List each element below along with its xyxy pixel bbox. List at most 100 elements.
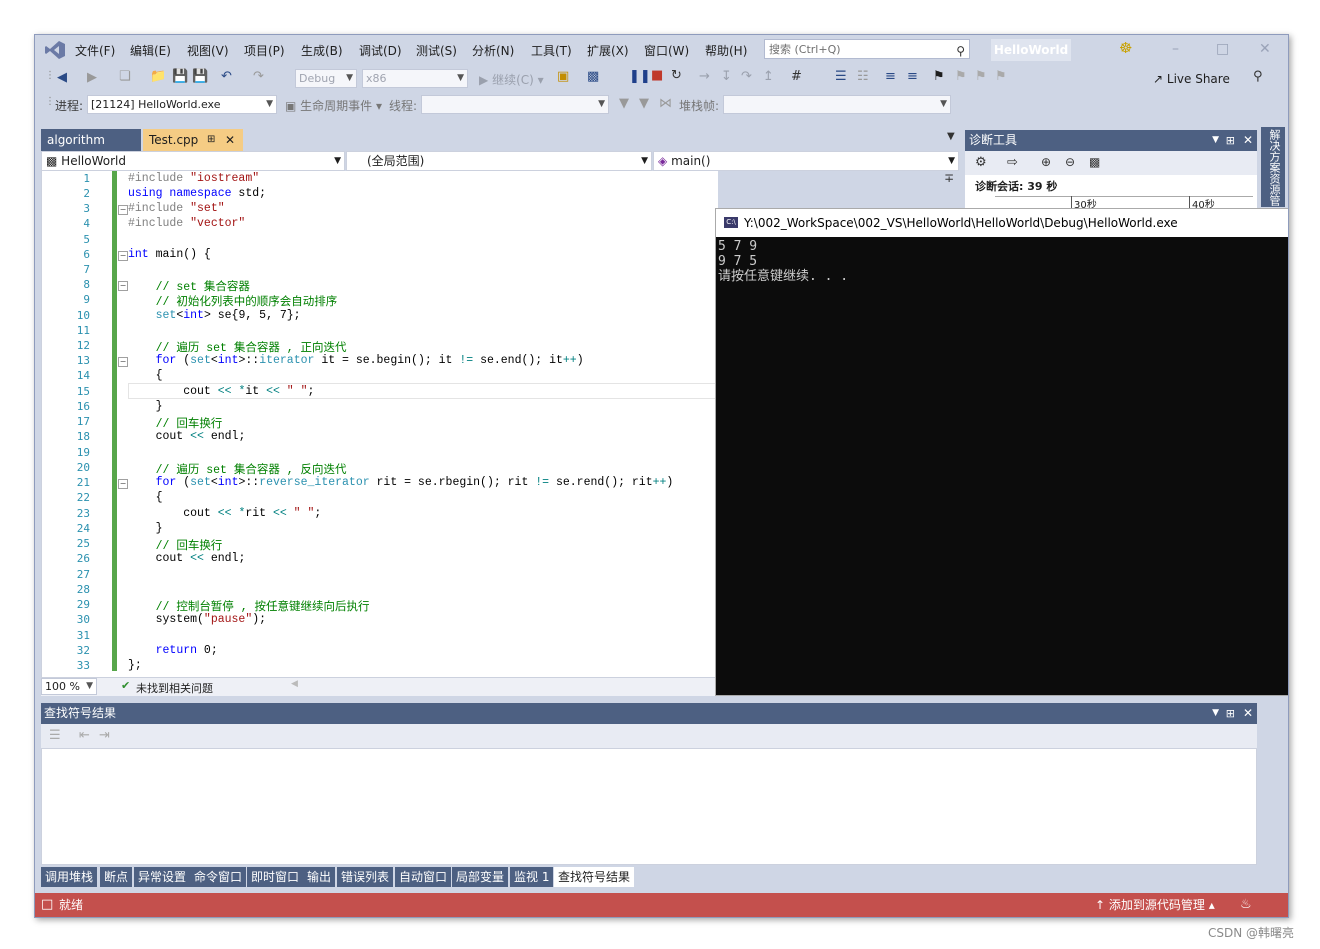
stackframe-select[interactable]: ▼ (723, 95, 951, 114)
tab-error-list[interactable]: 错误列表 (337, 867, 394, 887)
menu-window[interactable]: 窗口(W) (644, 42, 689, 59)
export-icon[interactable]: ⇨ (1007, 155, 1018, 170)
filter-icon[interactable]: ▼ (619, 96, 629, 111)
save-all-icon[interactable]: 💾 (192, 69, 208, 84)
uncomment-icon[interactable]: ≡ (907, 69, 918, 84)
fold-toggle[interactable]: − (118, 479, 128, 489)
step-out-icon[interactable]: ↥ (763, 69, 774, 84)
menu-project[interactable]: 项目(P) (244, 42, 285, 59)
tab-locals[interactable]: 局部变量 (452, 867, 509, 887)
menu-analyze[interactable]: 分析(N) (472, 42, 514, 59)
menu-file[interactable]: 文件(F) (75, 42, 115, 59)
chart-reset-icon[interactable]: ▩ (1089, 155, 1100, 169)
settings-gear-icon[interactable]: ⚙ (975, 155, 987, 170)
save-icon[interactable]: 💾 (172, 69, 188, 84)
notification-bell-icon[interactable]: ♨ (1240, 893, 1252, 917)
close-panel-icon[interactable]: ✕ (1243, 703, 1253, 724)
search-box[interactable]: 搜索 (Ctrl+Q) ⚲ (764, 39, 970, 59)
tab-watch-1[interactable]: 监视 1 (510, 867, 554, 887)
open-file-icon[interactable]: 📁 (150, 69, 166, 84)
tab-find-symbol-results[interactable]: 查找符号结果 (554, 867, 635, 887)
fold-toggle[interactable]: − (118, 357, 128, 367)
zoom-out-icon[interactable]: ⊖ (1065, 155, 1075, 169)
tab-command-window[interactable]: 命令窗口 (190, 867, 247, 887)
comment-icon[interactable]: ≡ (885, 69, 896, 84)
solution-explorer-side-tab[interactable]: 解决方案资源管 (1261, 127, 1285, 207)
close-panel-icon[interactable]: ✕ (1243, 130, 1253, 151)
undo-icon[interactable]: ↶ (221, 69, 232, 84)
tab-test-cpp[interactable]: Test.cpp ⊞ ✕ (143, 129, 243, 151)
member-nav-dropdown[interactable]: ◈ main() ▼ (653, 151, 959, 171)
menu-tools[interactable]: 工具(T) (531, 42, 572, 59)
clear-bookmarks-icon[interactable]: ⚑ (995, 69, 1007, 84)
tab-call-stack[interactable]: 调用堆栈 (41, 867, 98, 887)
restart-icon[interactable]: ↻ (671, 68, 682, 83)
bookmark-icon[interactable]: ⚑ (933, 69, 945, 84)
code-editor[interactable]: 1 2 3 4 5 6 7 8 9 10 11 12 13 14 15 16 17 18 19 20 21 22 23 24 2… (41, 171, 954, 677)
platform-select[interactable]: x86 ▼ (362, 69, 468, 88)
next-result-icon[interactable]: ⇥ (99, 728, 110, 743)
solution-config-select[interactable]: Debug ▼ (295, 69, 357, 88)
split-icon[interactable]: ⋈ (659, 96, 672, 111)
pause-icon[interactable]: ❚❚ (629, 69, 651, 84)
pin-icon[interactable]: ⊞ (207, 129, 215, 151)
forward-icon[interactable]: ▶ (87, 70, 97, 85)
tab-exception-settings[interactable]: 异常设置 (134, 867, 191, 887)
split-editor-icon[interactable]: ∓ (944, 171, 954, 185)
add-to-source-control-button[interactable]: ↑ 添加到源代码管理 ▴ (1095, 893, 1215, 917)
scroll-left-icon[interactable]: ◀ (291, 679, 298, 689)
menu-view[interactable]: 视图(V) (187, 42, 229, 59)
zoom-select[interactable]: 100 % ▼ (41, 678, 97, 695)
find-results-list[interactable] (41, 748, 1257, 865)
feedback-lightbulb-icon[interactable]: ☸ (1119, 39, 1132, 57)
hex-display-icon[interactable]: # (791, 69, 802, 84)
project-nav-dropdown[interactable]: ▩ HelloWorld ▼ (41, 151, 345, 171)
stack-icon[interactable]: ☷ (857, 69, 869, 84)
tab-autos[interactable]: 自动窗口 (395, 867, 452, 887)
feedback-icon[interactable]: ⚲ (1253, 69, 1263, 84)
tab-immediate-window[interactable]: 即时窗口 (247, 867, 304, 887)
step-over-icon[interactable]: ↷ (741, 69, 752, 84)
next-bookmark-icon[interactable]: ⚑ (975, 69, 987, 84)
menu-build[interactable]: 生成(B) (301, 42, 343, 59)
show-next-statement-icon[interactable]: → (699, 69, 710, 84)
menu-debug[interactable]: 调试(D) (359, 42, 402, 59)
close-tab-icon[interactable]: ✕ (225, 129, 235, 151)
redo-icon[interactable]: ↷ (253, 69, 264, 84)
thread-select[interactable]: ▼ (421, 95, 609, 114)
lifecycle-events-button[interactable]: ▣ 生命周期事件 ▾ (285, 97, 382, 114)
process-select[interactable]: [21124] HelloWorld.exe ▼ (87, 95, 277, 114)
back-icon[interactable]: ◀ (57, 70, 67, 85)
list-view-icon[interactable]: ☰ (49, 728, 61, 743)
maximize-icon[interactable]: □ (1216, 41, 1229, 57)
continue-button[interactable]: ▶ 继续(C) ▾ (479, 71, 544, 88)
tab-breakpoints[interactable]: 断点 (100, 867, 133, 887)
filter-off-icon[interactable]: ▼ (639, 96, 649, 111)
scope-nav-dropdown[interactable]: (全局范围) ▼ (346, 151, 652, 171)
step-into-icon[interactable]: ↧ (721, 69, 732, 84)
console-window[interactable]: C:\ Y:\002_WorkSpace\002_VS\HelloWorld\H… (715, 208, 1288, 696)
new-project-icon[interactable]: ❏ (119, 69, 131, 84)
close-window-icon[interactable]: ✕ (1259, 41, 1271, 57)
thread-icon[interactable]: ☰ (835, 69, 847, 84)
prev-bookmark-icon[interactable]: ⚑ (955, 69, 967, 84)
panel-menu-icon[interactable]: ▼ (1212, 703, 1219, 724)
issues-status[interactable]: 未找到相关问题 (136, 680, 213, 696)
tab-output[interactable]: 输出 (303, 867, 336, 887)
pin-icon[interactable]: ⊞ (1226, 703, 1235, 724)
stop-icon[interactable]: ■ (651, 68, 663, 83)
live-share-button[interactable]: ↗ Live Share (1153, 72, 1230, 86)
fold-toggle[interactable]: − (118, 205, 128, 215)
zoom-in-icon[interactable]: ⊕ (1041, 155, 1051, 169)
menu-edit[interactable]: 编辑(E) (130, 42, 171, 59)
tab-algorithm[interactable]: algorithm (41, 129, 141, 151)
pin-icon[interactable]: ⊞ (1226, 130, 1235, 151)
menu-extensions[interactable]: 扩展(X) (587, 42, 629, 59)
menu-help[interactable]: 帮助(H) (705, 42, 747, 59)
prev-result-icon[interactable]: ⇤ (79, 728, 90, 743)
panel-menu-icon[interactable]: ▼ (1212, 130, 1219, 151)
menu-test[interactable]: 测试(S) (416, 42, 457, 59)
fold-toggle[interactable]: − (118, 281, 128, 291)
attach-icon[interactable]: ▣ (557, 69, 569, 84)
screenshot-icon[interactable]: ▩ (587, 69, 599, 84)
